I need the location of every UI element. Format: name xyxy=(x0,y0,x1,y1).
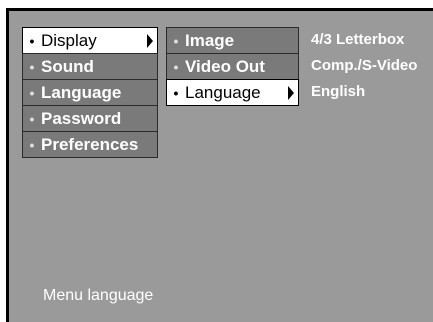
setting-values: 4/3 Letterbox Comp./S-Video English xyxy=(311,27,417,105)
sub-menu-item-video-out[interactable]: • Video Out xyxy=(166,53,299,80)
main-menu-item-label: Preferences xyxy=(41,134,139,154)
submenu-arrow-icon xyxy=(147,33,153,48)
bullet-icon: • xyxy=(29,136,35,153)
main-menu-item-label: Password xyxy=(41,108,122,128)
main-menu-item-preferences[interactable]: • Preferences xyxy=(22,131,158,158)
bullet-icon: • xyxy=(29,84,35,101)
main-menu-item-display[interactable]: • Display xyxy=(22,27,158,54)
sub-menu-item-label: Language xyxy=(185,82,261,102)
bullet-icon: • xyxy=(29,32,35,49)
main-menu-item-password[interactable]: • Password xyxy=(22,105,158,132)
osd-screen: • Display • Sound • Language • Password … xyxy=(6,8,433,322)
status-text: Menu language xyxy=(43,287,154,304)
bullet-icon: • xyxy=(29,58,35,75)
sub-menu-item-label: Video Out xyxy=(185,56,265,76)
main-menu-item-language[interactable]: • Language xyxy=(22,79,158,106)
bullet-icon: • xyxy=(173,84,179,101)
value-video-out: Comp./S-Video xyxy=(311,57,418,74)
sub-menu-item-image[interactable]: • Image xyxy=(166,27,299,54)
value-image: 4/3 Letterbox xyxy=(311,31,405,48)
sub-menu-item-language[interactable]: • Language xyxy=(166,79,299,106)
submenu-arrow-icon xyxy=(288,85,294,100)
bullet-icon: • xyxy=(29,110,35,127)
value-language: English xyxy=(311,83,366,100)
main-menu-item-label: Language xyxy=(41,82,122,102)
bullet-icon: • xyxy=(173,58,179,75)
main-menu-item-label: Display xyxy=(41,30,97,50)
main-menu: • Display • Sound • Language • Password … xyxy=(22,27,158,158)
main-menu-item-sound[interactable]: • Sound xyxy=(22,53,158,80)
sub-menu-item-label: Image xyxy=(185,30,235,50)
bullet-icon: • xyxy=(173,32,179,49)
main-menu-item-label: Sound xyxy=(41,56,94,76)
sub-menu: • Image • Video Out • Language xyxy=(166,27,299,106)
